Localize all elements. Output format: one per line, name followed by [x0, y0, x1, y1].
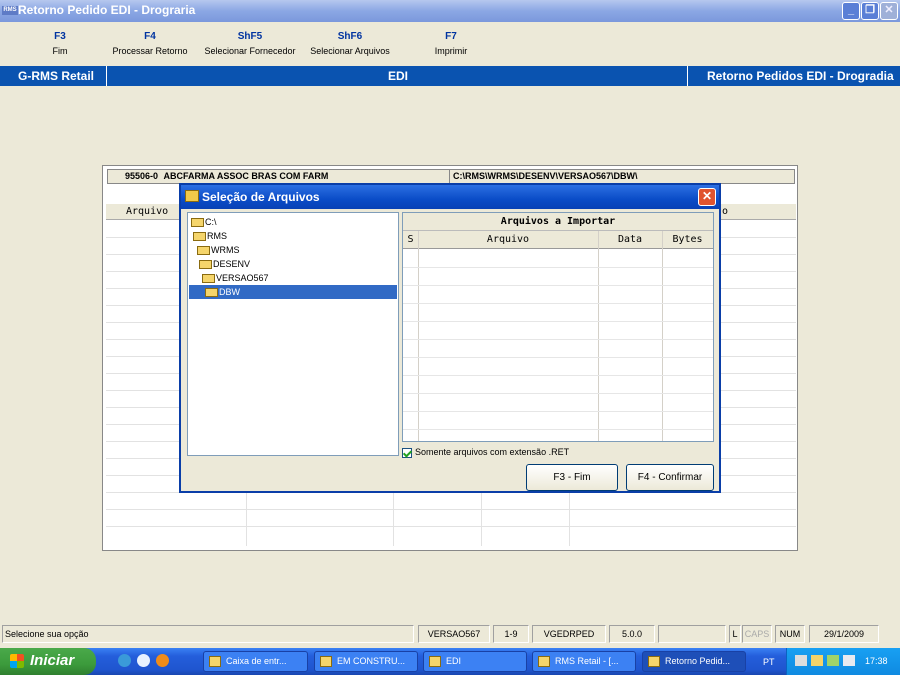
minimize-button[interactable]: _	[842, 2, 860, 20]
grid-title: Arquivos a Importar	[403, 213, 713, 231]
status-empty	[658, 625, 726, 643]
dialog-title-bar: Seleção de Arquivos ✕	[181, 185, 719, 209]
task-retorno-pedido[interactable]: Retorno Pedid...	[642, 651, 746, 672]
col-bytes[interactable]: Bytes	[662, 231, 713, 249]
status-caps: CAPS	[742, 625, 772, 643]
fkey-f3[interactable]: F3 Fim	[40, 31, 80, 56]
folder-open-icon	[202, 274, 215, 284]
ie-icon[interactable]	[118, 654, 131, 667]
task-edi[interactable]: EDI	[423, 651, 527, 672]
calendar-icon[interactable]	[843, 655, 855, 666]
fkey-f7[interactable]: F7 Imprimir	[426, 31, 476, 56]
mail-icon	[209, 656, 221, 667]
supplier-box: 95506-0 ABCFARMA ASSOC BRAS COM FARM	[107, 169, 451, 184]
windows-logo-icon	[10, 654, 24, 668]
f4-confirmar-button[interactable]: F4 - Confirmar	[626, 464, 714, 491]
module-banner: G-RMS Retail EDI Retorno Pedidos EDI - D…	[0, 66, 900, 86]
status-date: 29/1/2009	[809, 625, 879, 643]
app-icon: RMS	[2, 6, 18, 15]
status-build: 5.0.0	[609, 625, 655, 643]
word-icon	[320, 656, 332, 667]
tray-app-icon[interactable]	[811, 655, 823, 666]
tree-node-wrms[interactable]: WRMS	[197, 243, 240, 257]
tree-node-rms[interactable]: RMS	[193, 229, 227, 243]
task-caixa-entrada[interactable]: Caixa de entr...	[203, 651, 308, 672]
window-title: Retorno Pedido EDI - Drograria	[18, 3, 196, 17]
tree-node-versao567[interactable]: VERSAO567	[202, 271, 269, 285]
tree-node-root[interactable]: C:\	[191, 215, 217, 229]
folder-icon	[185, 190, 199, 202]
fkey-shf6[interactable]: ShF6 Selecionar Arquivos	[302, 31, 398, 56]
rms-icon	[538, 656, 550, 667]
folder-open-icon	[199, 260, 212, 270]
col-data[interactable]: Data	[598, 231, 662, 249]
taskbar: Iniciar Caixa de entr... EM CONSTRU... E…	[0, 648, 900, 675]
fkey-f4[interactable]: F4 Processar Retorno	[105, 31, 195, 56]
fkey-shf5[interactable]: ShF5 Selecionar Fornecedor	[198, 31, 302, 56]
start-button[interactable]: Iniciar	[0, 648, 96, 675]
path-box: C:\RMS\WRMS\DESENV\VERSAO567\DBW\	[449, 169, 795, 184]
ret-extension-checkbox[interactable]: Somente arquivos com extensão .RET	[402, 446, 569, 458]
grid-header: S Arquivo Data Bytes	[403, 231, 713, 249]
banner-center: EDI	[388, 69, 409, 83]
title-bar: RMS Retorno Pedido EDI - Drograria _ ❐ ✕	[0, 0, 900, 22]
rms-icon	[648, 656, 660, 667]
system-tray: 17:38	[786, 648, 900, 675]
folder-icon	[429, 656, 441, 667]
language-indicator[interactable]: PT	[763, 657, 775, 667]
function-key-bar: F3 Fim F4 Processar Retorno ShF5 Selecionar…	[0, 22, 900, 66]
network-icon[interactable]	[795, 655, 807, 666]
supplier-name: ABCFARMA ASSOC BRAS COM FARM	[163, 171, 329, 181]
folder-tree[interactable]: C:\ RMS WRMS DESENV VERSAO567 DBW	[187, 212, 399, 456]
drive-icon	[191, 218, 204, 228]
folder-open-icon	[197, 246, 210, 256]
close-button[interactable]: ✕	[880, 2, 898, 20]
dialog-title: Seleção de Arquivos	[202, 190, 320, 204]
tray-app-icon-2[interactable]	[827, 655, 839, 666]
banner-right: Retorno Pedidos EDI - Drogradia	[707, 69, 894, 83]
supplier-code: 95506-0	[125, 171, 159, 181]
bg-col-arquivo: Arquivo	[126, 206, 169, 217]
file-selection-dialog: Seleção de Arquivos ✕ C:\ RMS WRMS DESEN…	[179, 183, 721, 493]
task-rms-retail[interactable]: RMS Retail - [...	[532, 651, 636, 672]
ie-icon-2[interactable]	[137, 654, 150, 667]
status-num: NUM	[775, 625, 805, 643]
tree-node-desenv[interactable]: DESENV	[199, 257, 250, 271]
maximize-button[interactable]: ❐	[861, 2, 879, 20]
banner-left: G-RMS Retail	[18, 69, 95, 83]
task-em-construcao[interactable]: EM CONSTRU...	[314, 651, 418, 672]
checkbox-label: Somente arquivos com extensão .RET	[415, 447, 570, 457]
bg-col-right: o	[722, 206, 729, 217]
media-icon[interactable]	[156, 654, 169, 667]
folder-open-icon	[193, 232, 206, 242]
col-s[interactable]: S	[403, 231, 418, 249]
files-grid[interactable]: Arquivos a Importar S Arquivo Data Bytes	[402, 212, 714, 442]
f3-fim-button[interactable]: F3 - Fim	[526, 464, 618, 491]
status-bar: Selecione sua opção VERSAO567 1-9 VGEDRP…	[0, 623, 900, 645]
col-arquivo[interactable]: Arquivo	[418, 231, 598, 249]
dialog-close-button[interactable]: ✕	[698, 188, 716, 206]
status-program: VGEDRPED	[532, 625, 606, 643]
checkbox-checked-icon	[402, 447, 412, 458]
folder-open-icon	[205, 288, 218, 298]
clock[interactable]: 17:38	[865, 656, 888, 666]
status-range: 1-9	[493, 625, 529, 643]
path-value: C:\RMS\WRMS\DESENV\VERSAO567\DBW\	[453, 171, 638, 181]
tree-node-dbw[interactable]: DBW	[189, 285, 397, 299]
status-l: L	[729, 625, 741, 643]
status-version: VERSAO567	[418, 625, 490, 643]
status-message: Selecione sua opção	[2, 625, 414, 643]
